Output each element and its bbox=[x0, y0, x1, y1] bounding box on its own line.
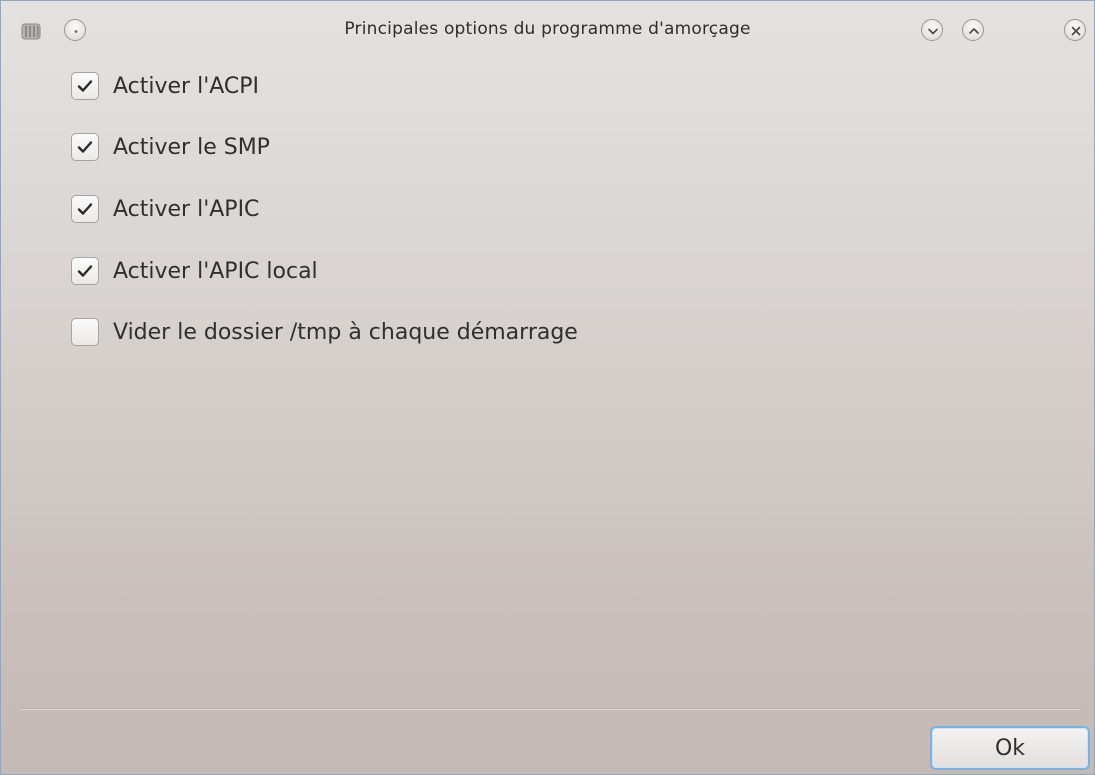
close-button[interactable] bbox=[1064, 19, 1086, 41]
option-label: Activer l'ACPI bbox=[113, 73, 260, 99]
title-bar[interactable]: Principales options du programme d'amorç… bbox=[1, 1, 1094, 57]
option-label: Activer l'APIC local bbox=[113, 258, 318, 284]
checkbox-clean-tmp[interactable] bbox=[71, 318, 99, 346]
option-label: Vider le dossier /tmp à chaque démarrage bbox=[113, 319, 578, 345]
option-label: Activer l'APIC bbox=[113, 196, 260, 222]
option-acpi[interactable]: Activer l'ACPI bbox=[71, 69, 259, 103]
checkmark-icon bbox=[77, 203, 93, 215]
option-label: Activer le SMP bbox=[113, 134, 270, 160]
footer-separator bbox=[21, 708, 1080, 710]
option-local-apic[interactable]: Activer l'APIC local bbox=[71, 254, 318, 288]
ok-button[interactable]: Ok bbox=[930, 726, 1090, 770]
dialog-window: Principales options du programme d'amorç… bbox=[0, 0, 1095, 775]
checkmark-icon bbox=[77, 80, 93, 92]
minimize-button[interactable] bbox=[921, 19, 943, 41]
option-apic[interactable]: Activer l'APIC bbox=[71, 192, 259, 226]
close-icon bbox=[1071, 26, 1081, 36]
checkmark-icon bbox=[77, 141, 93, 153]
checkbox-acpi[interactable] bbox=[71, 72, 99, 100]
chevron-down-icon bbox=[928, 28, 938, 35]
option-clean-tmp[interactable]: Vider le dossier /tmp à chaque démarrage bbox=[71, 315, 578, 349]
checkbox-smp[interactable] bbox=[71, 133, 99, 161]
checkbox-local-apic[interactable] bbox=[71, 257, 99, 285]
option-smp[interactable]: Activer le SMP bbox=[71, 130, 270, 164]
checkbox-apic[interactable] bbox=[71, 195, 99, 223]
maximize-button[interactable] bbox=[962, 19, 984, 41]
chevron-up-icon bbox=[969, 28, 979, 34]
checkmark-icon bbox=[77, 265, 93, 277]
